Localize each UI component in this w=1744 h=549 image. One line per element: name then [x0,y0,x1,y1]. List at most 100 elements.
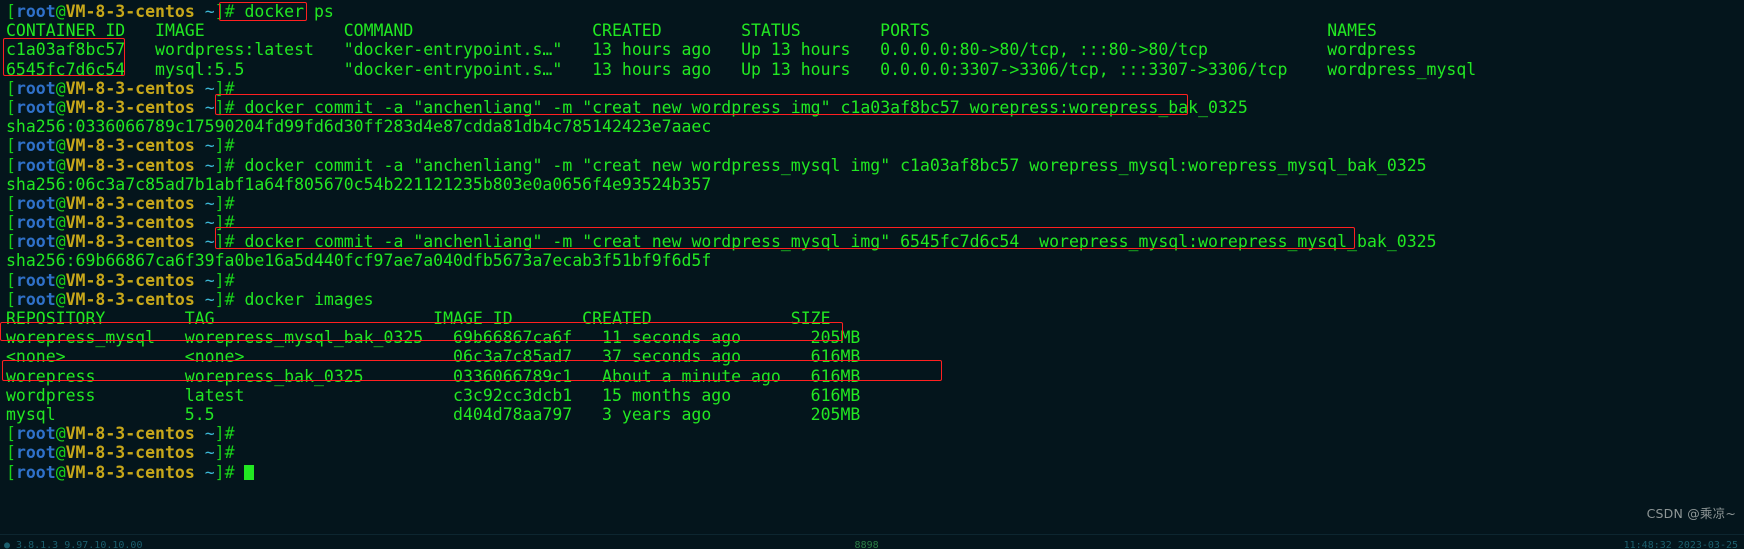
prompt-hostname: VM-8-3-centos [65,2,195,21]
output-text: REPOSITORY TAG IMAGE ID CREATED SIZE [6,309,831,328]
terminal-output-line: sha256:0336066789c17590204fd99fd6d30ff28… [6,117,1744,136]
prompt-at-sign: @ [55,213,66,233]
prompt-path: ~ [194,136,215,156]
text-cursor [244,464,255,480]
prompt-open-bracket: [ [6,97,16,117]
prompt-close-bracket: ] [214,462,225,482]
terminal-command-line: [root@VM-8-3-centos ~]# docker ps [6,2,1744,21]
prompt-hash: # [224,193,235,213]
prompt-hash: # [224,155,235,175]
output-text: CONTAINER ID IMAGE COMMAND CREATED STATU… [6,21,1377,41]
output-text: sha256:06c3a7c85ad7b1abf1a64f805670c54b2… [6,174,712,194]
terminal-command-line: [root@VM-8-3-centos ~]# docker commit -a… [6,156,1744,175]
prompt-user: root [15,2,56,21]
terminal-command-line: [root@VM-8-3-centos ~]# docker commit -a… [6,232,1744,251]
prompt-close-bracket: ] [214,213,225,233]
watermark-text: CSDN @乘凉~ [1646,505,1736,521]
terminal-command-line: [root@VM-8-3-centos ~]# [6,79,1744,98]
terminal-output-line: sha256:69b66867ca6f39fa0be16a5d440fcf97a… [6,251,1744,270]
prompt-open-bracket: [ [6,155,16,175]
prompt-at-sign: @ [55,78,66,98]
prompt-close-bracket: ] [214,270,225,290]
prompt-at-sign: @ [55,136,66,156]
prompt-path: ~ [194,270,215,290]
terminal-command-line: [root@VM-8-3-centos ~]# [6,194,1744,213]
prompt-hash: # [224,136,235,156]
terminal-output-line: <none> <none> 06c3a7c85ad7 37 seconds ag… [6,347,1744,366]
command-text: docker commit -a "anchenliang" -m "creat… [234,155,1427,175]
prompt-open-bracket: [ [6,462,16,482]
prompt-hostname: VM-8-3-centos [65,78,195,98]
prompt-open-bracket: [ [6,136,16,156]
prompt-hostname: VM-8-3-centos [65,136,195,156]
prompt-hostname: VM-8-3-centos [65,270,195,290]
prompt-hash: # [224,2,235,21]
output-text: sha256:0336066789c17590204fd99fd6d30ff28… [6,117,712,137]
prompt-hash: # [224,97,235,117]
terminal-output-line: worepress worepress_bak_0325 0336066789c… [6,367,1744,386]
prompt-at-sign: @ [55,289,66,309]
prompt-open-bracket: [ [6,78,16,98]
prompt-close-bracket: ] [214,2,225,21]
prompt-close-bracket: ] [214,424,225,444]
prompt-user: root [15,78,56,98]
prompt-hash: # [224,78,235,98]
prompt-path: ~ [194,78,215,98]
prompt-open-bracket: [ [6,193,16,213]
prompt-open-bracket: [ [6,443,16,463]
prompt-hash: # [224,443,235,463]
prompt-at-sign: @ [55,193,66,213]
command-text: docker commit -a "anchenliang" -m "creat… [234,97,1248,117]
prompt-user: root [15,424,56,444]
terminal-command-line: [root@VM-8-3-centos ~]# [6,424,1744,443]
terminal-command-line: [root@VM-8-3-centos ~]# docker images [6,290,1744,309]
prompt-at-sign: @ [55,155,66,175]
prompt-path: ~ [194,213,215,233]
prompt-close-bracket: ] [214,289,225,309]
terminal-output-line: CONTAINER ID IMAGE COMMAND CREATED STATU… [6,21,1744,40]
terminal-output-line: REPOSITORY TAG IMAGE ID CREATED SIZE [6,309,1744,328]
terminal-screen: [root@VM-8-3-centos ~]# docker ps CONTAIN… [6,2,1744,482]
command-text: docker ps [234,2,334,21]
prompt-at-sign: @ [55,232,66,252]
prompt-hostname: VM-8-3-centos [65,155,195,175]
prompt-open-bracket: [ [6,424,16,444]
prompt-user: root [15,97,56,117]
prompt-user: root [15,232,56,252]
prompt-path: ~ [194,232,215,252]
terminal-window[interactable]: [root@VM-8-3-centos ~]# docker ps CONTAIN… [0,0,1744,549]
terminal-output-line: worepress_mysql worepress_mysql_bak_0325… [6,328,1744,347]
status-bar-middle: 8898 [854,540,879,549]
output-text: worepress worepress_bak_0325 0336066789c… [6,366,861,386]
output-text: <none> <none> 06c3a7c85ad7 37 seconds ag… [6,347,861,367]
prompt-path: ~ [194,97,215,117]
prompt-hostname: VM-8-3-centos [65,97,195,117]
prompt-open-bracket: [ [6,2,16,21]
output-text: 6545fc7d6c54 mysql:5.5 "docker-entrypoin… [6,59,1477,79]
prompt-open-bracket: [ [6,213,16,233]
prompt-hostname: VM-8-3-centos [65,232,195,252]
output-text: worepress_mysql worepress_mysql_bak_0325… [6,328,861,348]
output-text: sha256:69b66867ca6f39fa0be16a5d440fcf97a… [6,251,712,271]
prompt-at-sign: @ [55,2,66,21]
prompt-at-sign: @ [55,97,66,117]
prompt-path: ~ [194,193,215,213]
terminal-output-line: c1a03af8bc57 wordpress:latest "docker-en… [6,40,1744,59]
prompt-path: ~ [194,462,215,482]
terminal-output-line: mysql 5.5 d404d78aa797 3 years ago 205MB [6,405,1744,424]
prompt-hash: # [224,213,235,233]
prompt-close-bracket: ] [214,155,225,175]
output-text: c1a03af8bc57 wordpress:latest "docker-en… [6,40,1417,60]
prompt-hash: # [224,289,235,309]
terminal-command-line: [root@VM-8-3-centos ~]# [6,443,1744,462]
terminal-output-line: wordpress latest c3c92cc3dcb1 15 months … [6,386,1744,405]
prompt-hash: # [224,424,235,444]
prompt-hostname: VM-8-3-centos [65,213,195,233]
prompt-hash: # [224,232,235,252]
prompt-at-sign: @ [55,443,66,463]
terminal-command-line: [root@VM-8-3-centos ~]# [6,271,1744,290]
prompt-at-sign: @ [55,424,66,444]
prompt-path: ~ [194,289,215,309]
prompt-path: ~ [194,2,215,21]
output-text: mysql 5.5 d404d78aa797 3 years ago 205MB [6,404,861,424]
